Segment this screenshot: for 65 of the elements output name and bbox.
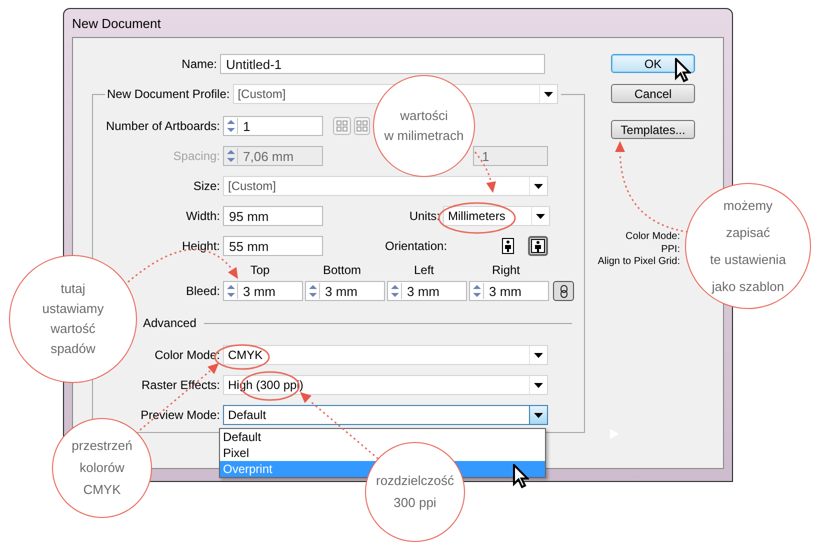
input-field[interactable]: 55 mm [223, 236, 323, 256]
dropdown[interactable]: Default [223, 405, 548, 425]
field-label: Preview Mode: [140, 408, 221, 422]
layout-button[interactable] [354, 117, 370, 135]
bleed-side-label: Bottom [322, 264, 362, 277]
spinner-icon[interactable] [225, 283, 238, 299]
caret-icon [536, 214, 545, 218]
field-label: Name: [180, 57, 218, 71]
field-label: Size: [192, 179, 221, 193]
field-label: Width: [184, 209, 221, 223]
dropdown-option[interactable]: Pixel [220, 445, 545, 461]
field-label: New Document Profile: [106, 87, 231, 101]
caret-icon [534, 184, 543, 188]
info-label: PPI: [661, 244, 680, 256]
dialog-button[interactable]: OK [611, 54, 695, 73]
caret-icon [534, 412, 543, 418]
input-field[interactable]: 3 mm [387, 281, 467, 301]
dialog-button[interactable]: Templates... [611, 120, 695, 139]
callout-text: przestrzeń kolorów CMYK [72, 437, 132, 499]
input-field[interactable]: 3 mm [223, 281, 303, 301]
spinner-icon[interactable] [471, 283, 484, 299]
bleed-side-label: Right [490, 264, 521, 277]
cursor-icon [675, 58, 691, 83]
landscape-icon [531, 239, 545, 253]
field-label: Orientation: [385, 239, 448, 253]
callout-text: rozdzielczość 300 ppi [376, 472, 454, 512]
info-label: Align to Pixel Grid: [598, 256, 680, 268]
dotted-arrow [474, 152, 496, 193]
input-field[interactable]: 1 [223, 116, 323, 136]
window-title: New Document [72, 16, 161, 30]
field-label: Number of Artboards: [104, 119, 221, 133]
field-label: Height: [180, 239, 221, 253]
orientation-button[interactable] [528, 236, 548, 256]
grid-icon [336, 120, 348, 132]
link-button[interactable] [553, 281, 574, 301]
spinner-icon[interactable] [225, 118, 238, 134]
dropdown[interactable]: Millimeters [443, 206, 550, 226]
bleed-side-label: Left [412, 264, 435, 277]
dialog-button[interactable]: Cancel [611, 84, 695, 103]
layout-button[interactable] [333, 117, 351, 135]
caret-icon [534, 382, 543, 388]
callout-text: możemy zapisać te ustawienia jako szablon [710, 197, 786, 296]
dropdown-option[interactable]: Default [220, 429, 545, 445]
field-label: Bleed: [184, 284, 221, 298]
caret-icon [544, 92, 553, 96]
portrait-icon [502, 238, 514, 254]
grid-icon [356, 120, 368, 132]
input-field[interactable]: 3 mm [305, 281, 385, 301]
dropdown[interactable]: [Custom] [223, 176, 548, 196]
input-field[interactable]: Untitled-1 [220, 54, 545, 74]
spinner-icon[interactable] [307, 283, 320, 299]
callout-text: tutaj ustawiamy wartość spadów [42, 280, 104, 358]
caret-icon [534, 352, 543, 358]
field-label: Units: [408, 209, 441, 223]
field-label: Raster Effects: [140, 378, 221, 392]
field-label: Spacing: [172, 149, 221, 163]
input-field[interactable]: 95 mm [223, 206, 323, 226]
callout-text: wartości w milimetrach [384, 107, 464, 145]
input-field[interactable]: 3 mm [469, 281, 549, 301]
info-label: Color Mode: [626, 231, 680, 244]
spinner-icon[interactable] [389, 283, 402, 299]
chain-link-icon [560, 284, 568, 298]
bleed-side-label: Top [249, 264, 271, 277]
dropdown[interactable]: CMYK [223, 345, 548, 365]
section-label: Advanced [143, 316, 196, 330]
